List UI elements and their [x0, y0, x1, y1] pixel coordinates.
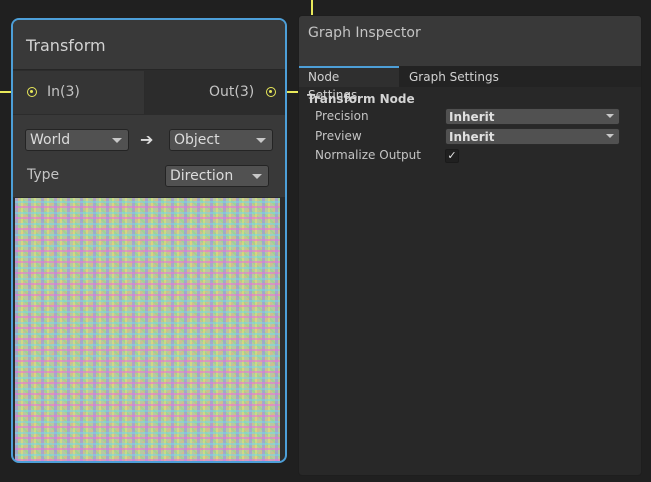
tab-node-settings[interactable]: Node Settings — [299, 66, 399, 102]
chevron-down-icon — [606, 134, 614, 138]
output-edge — [287, 91, 298, 93]
chevron-down-icon — [252, 174, 262, 179]
input-port-connector-icon[interactable] — [27, 87, 37, 97]
type-label: Type — [27, 167, 60, 183]
to-space-dropdown[interactable]: Object — [169, 129, 273, 151]
output-port-label: Out(3) — [209, 84, 255, 100]
normalize-output-checkbox[interactable]: ✓ — [445, 149, 459, 163]
graph-inspector-panel: Graph Inspector Node Settings Graph Sett… — [298, 15, 642, 476]
type-value: Direction — [170, 168, 234, 184]
precision-dropdown[interactable]: Inherit — [445, 108, 620, 125]
transform-node[interactable]: Transform In(3) Out(3) World ➔ Object Ty… — [11, 18, 287, 463]
input-port[interactable]: In(3) — [13, 71, 144, 114]
precision-label: Precision — [315, 109, 369, 123]
tab-graph-settings[interactable]: Graph Settings — [400, 66, 508, 87]
from-space-dropdown[interactable]: World — [25, 129, 129, 151]
type-dropdown[interactable]: Direction — [165, 165, 269, 187]
node-ports: In(3) Out(3) — [13, 71, 285, 114]
preview-dropdown[interactable]: Inherit — [445, 128, 620, 145]
arrow-right-icon: ➔ — [140, 130, 154, 149]
inspector-tabs: Node Settings Graph Settings — [299, 66, 641, 102]
node-preview-image — [15, 198, 280, 461]
preview-label: Preview — [315, 129, 362, 143]
edge-vertical — [311, 0, 313, 15]
section-title: Transform Node — [307, 92, 415, 106]
inspector-title: Graph Inspector — [299, 16, 641, 66]
output-port[interactable]: Out(3) — [145, 71, 285, 114]
to-space-value: Object — [174, 132, 220, 148]
precision-value: Inherit — [449, 110, 495, 124]
normalize-output-label: Normalize Output — [315, 148, 421, 162]
preview-value: Inherit — [449, 130, 495, 144]
checkmark-icon: ✓ — [447, 149, 457, 162]
output-port-connector-icon[interactable] — [266, 87, 276, 97]
chevron-down-icon — [112, 138, 122, 143]
node-controls: World ➔ Object Type Direction — [13, 115, 285, 197]
chevron-down-icon — [256, 138, 266, 143]
from-space-value: World — [30, 132, 71, 148]
input-port-label: In(3) — [47, 84, 80, 100]
node-title: Transform — [13, 20, 285, 70]
chevron-down-icon — [606, 114, 614, 118]
